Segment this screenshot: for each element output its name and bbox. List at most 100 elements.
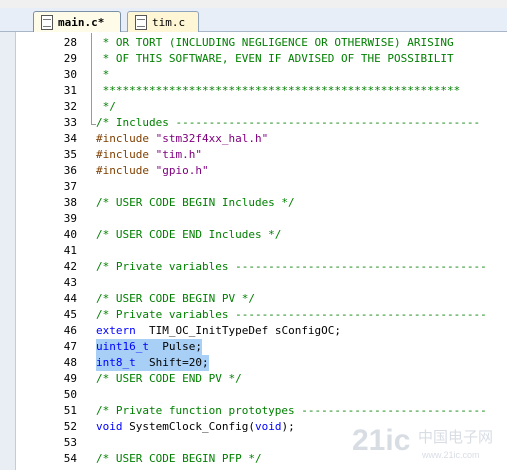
code-token: Shift=20; [135,356,209,369]
line-number: 40 [63,228,77,241]
tab-label: tim.c [152,15,186,29]
line-number: 48 [63,356,77,369]
code-text: * OR TORT (INCLUDING NEGLIGENCE OR OTHER… [96,35,454,51]
code-line[interactable]: 50 [16,387,507,403]
code-line[interactable]: 42 /* Private variables -----------------… [16,259,507,275]
code-token: extern [96,324,136,337]
code-line[interactable]: 28 * OR TORT (INCLUDING NEGLIGENCE OR OT… [16,35,507,51]
code-text: #include "tim.h" [96,147,202,163]
line-number: 47 [63,340,77,353]
code-line[interactable]: 44 /* USER CODE BEGIN PV */ [16,291,507,307]
code-line[interactable]: 48 int8_t Shift=20; [16,355,507,371]
code-token: int8_t [96,356,136,369]
watermark-cn: 中国电子网 [418,428,493,446]
line-number: 54 [63,452,77,465]
code-token: "stm32f4xx_hal.h" [155,132,269,145]
line-number: 33 [63,116,77,129]
code-line[interactable]: 47 uint16_t Pulse; [16,339,507,355]
code-token: /* USER CODE END PV */ [96,372,242,385]
code-token: /* USER CODE BEGIN PV */ [96,292,255,305]
code-token: /* Private function prototypes ---------… [96,404,487,417]
c-file-icon [135,15,147,30]
line-number: 46 [63,324,77,337]
code-line[interactable]: 51 /* Private function prototypes -------… [16,403,507,419]
line-number: 30 [63,68,77,81]
code-line[interactable]: 29 * OF THIS SOFTWARE, EVEN IF ADVISED O… [16,51,507,67]
code-token: ****************************************… [96,84,461,97]
code-line[interactable]: 49 /* USER CODE END PV */ [16,371,507,387]
code-text: * [96,67,110,83]
code-text: #include "stm32f4xx_hal.h" [96,131,268,147]
code-token: /* USER CODE BEGIN Includes */ [96,196,295,209]
code-text: /* Private function prototypes ---------… [96,403,487,419]
code-token: /* USER CODE BEGIN PFP */ [96,452,262,465]
code-token: TIM_OC_InitTypeDef sConfigOC; [135,324,342,337]
code-text: /* USER CODE END Includes */ [96,227,281,243]
line-number: 39 [63,212,77,225]
code-line[interactable]: 35 #include "tim.h" [16,147,507,163]
code-line[interactable]: 37 [16,179,507,195]
watermark-brand: 21ic [352,424,410,457]
code-text: /* USER CODE BEGIN PFP */ [96,451,262,467]
code-line[interactable]: 41 [16,243,507,259]
code-token: void [96,420,123,433]
code-token: /* Private variables -------------------… [96,308,487,321]
line-number: 32 [63,100,77,113]
code-line[interactable]: 38 /* USER CODE BEGIN Includes */ [16,195,507,211]
tab-tim-c[interactable]: tim.c [127,11,199,32]
code-line[interactable]: 39 [16,211,507,227]
line-number: 31 [63,84,77,97]
code-line[interactable]: 30 * [16,67,507,83]
code-line[interactable]: 45 /* Private variables -----------------… [16,307,507,323]
code-token: Pulse; [148,340,202,353]
code-token: void [254,420,282,433]
line-number: 38 [63,196,77,209]
code-line[interactable]: 36 #include "gpio.h" [16,163,507,179]
code-token: "tim.h" [155,148,202,161]
tab-main-c[interactable]: main.c* [33,11,121,32]
code-line[interactable]: 40 /* USER CODE END Includes */ [16,227,507,243]
code-line[interactable]: 43 [16,275,507,291]
code-text: /* Private variables -------------------… [96,307,487,323]
line-number: 50 [63,388,77,401]
editor-tab-bar: main.c* tim.c [0,8,507,32]
line-number: 42 [63,260,77,273]
code-text: /* USER CODE BEGIN Includes */ [96,195,295,211]
code-line[interactable]: 31 *************************************… [16,83,507,99]
line-number: 28 [63,36,77,49]
code-text: */ [96,99,116,115]
code-token: uint16_t [96,340,149,353]
line-number: 41 [63,244,77,257]
code-token: #include [96,132,156,145]
code-text: void SystemClock_Config(void); [96,419,295,435]
project-panel-edge [0,8,16,470]
code-line[interactable]: 34 #include "stm32f4xx_hal.h" [16,131,507,147]
watermark-site: www.21ic.com [421,450,480,460]
code-text: /* Private variables -------------------… [96,259,487,275]
line-number: 51 [63,404,77,417]
code-token: "gpio.h" [155,164,209,177]
code-text: /* USER CODE END PV */ [96,371,242,387]
line-number: 53 [63,436,77,449]
line-number: 44 [63,292,77,305]
tab-label: main.c* [58,15,105,29]
code-line[interactable]: 33 /* Includes --------------------------… [16,115,507,131]
line-number: 45 [63,308,77,321]
selected-code-text: int8_t Shift=20; [96,355,209,371]
code-token: /* Private variables -------------------… [96,260,487,273]
line-number: 43 [63,276,77,289]
code-token: */ [96,100,116,113]
code-editor[interactable]: 28 * OR TORT (INCLUDING NEGLIGENCE OR OT… [16,33,507,470]
line-number: 49 [63,372,77,385]
c-file-icon [41,15,53,30]
code-text: extern TIM_OC_InitTypeDef sConfigOC; [96,323,341,339]
code-text: * OF THIS SOFTWARE, EVEN IF ADVISED OF T… [96,51,454,67]
code-token: * OF THIS SOFTWARE, EVEN IF ADVISED OF T… [96,52,454,65]
code-line[interactable]: 46 extern TIM_OC_InitTypeDef sConfigOC; [16,323,507,339]
code-text: #include "gpio.h" [96,163,209,179]
code-token: /* Includes ----------------------------… [96,116,481,129]
code-line[interactable]: 32 */ [16,99,507,115]
code-token: SystemClock_Config( [122,420,255,433]
watermark-logo: 21ic 中国电子网 www.21ic.com [352,424,493,460]
line-number: 37 [63,180,77,193]
